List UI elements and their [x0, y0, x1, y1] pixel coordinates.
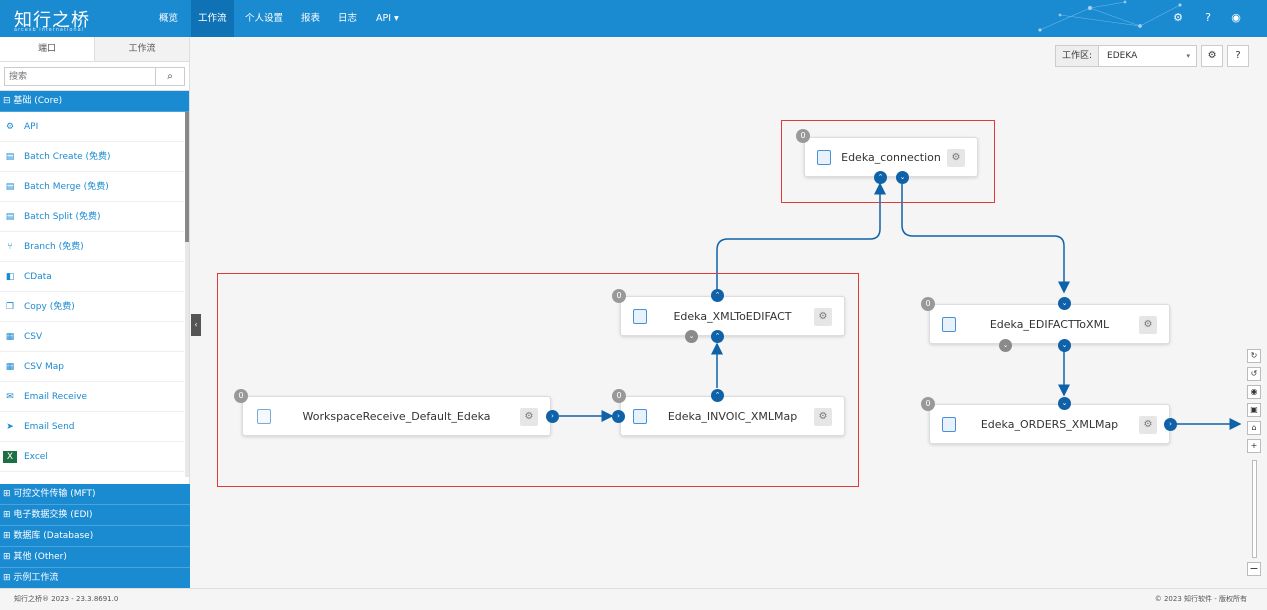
gear-icon[interactable]: ⚙: [814, 308, 832, 326]
port-output-icon[interactable]: ⌃: [711, 289, 724, 302]
zoom-in-icon[interactable]: +: [1247, 439, 1261, 453]
node-badge: 0: [921, 397, 935, 411]
logo-subtitle: arcesb international: [14, 27, 85, 33]
category-mft[interactable]: ⊞ 可控文件传输 (MFT): [0, 484, 190, 505]
cdata-icon: ◧: [5, 272, 15, 282]
node-edeka-xmltoedifact[interactable]: Edeka_XMLToEDIFACT ⚙: [620, 296, 845, 336]
gear-icon[interactable]: ⚙: [1139, 316, 1157, 334]
canvas-controls: ↻ ↺ ◉ ▣ ⌂ +: [1247, 349, 1261, 457]
connector-email-send[interactable]: ➤ Email Send: [0, 412, 184, 442]
connector-cdata[interactable]: ◧ CData: [0, 262, 184, 292]
node-badge: 0: [612, 289, 626, 303]
collapse-sidebar-button[interactable]: ‹: [191, 314, 201, 336]
node-badge: 0: [612, 389, 626, 403]
sidebar-scrollbar-thumb[interactable]: [185, 112, 189, 242]
port-output-icon[interactable]: ›: [1164, 418, 1177, 431]
batch-merge-icon: ▤: [5, 182, 15, 192]
zoom-slider[interactable]: [1252, 460, 1257, 558]
home-icon[interactable]: ⌂: [1247, 421, 1261, 435]
category-edi[interactable]: ⊞ 电子数据交换 (EDI): [0, 505, 190, 526]
email-receive-icon: ✉: [6, 392, 14, 402]
node-badge: 0: [234, 389, 248, 403]
workspace-select[interactable]: EDEKA ▾: [1099, 45, 1198, 67]
email-send-icon: ➤: [6, 422, 14, 432]
port-output-icon[interactable]: ⌃: [711, 389, 724, 402]
category-other[interactable]: ⊞ 其他 (Other): [0, 547, 190, 568]
workspace-label: 工作区:: [1055, 45, 1100, 67]
workspace-help-icon[interactable]: ?: [1227, 45, 1250, 67]
nav-api[interactable]: API ▾: [369, 0, 406, 37]
node-badge: 0: [921, 297, 935, 311]
node-edeka-invoic-xmlmap[interactable]: Edeka_INVOIC_XMLMap ⚙: [620, 396, 845, 436]
image-icon[interactable]: ▣: [1247, 403, 1261, 417]
tab-ports[interactable]: 端口: [0, 37, 94, 61]
gear-icon[interactable]: ⚙: [1170, 10, 1186, 26]
port-error-icon[interactable]: ⌄: [999, 339, 1012, 352]
search-input[interactable]: [4, 67, 156, 86]
gear-icon[interactable]: ⚙: [947, 149, 965, 167]
version-text: 知行之桥® 2023 - 23.3.8691.0: [14, 595, 119, 603]
branch-icon: ⑂: [7, 242, 13, 252]
connector-batch-merge[interactable]: ▤ Batch Merge (免费): [0, 172, 184, 202]
gear-icon[interactable]: ⚙: [520, 408, 538, 426]
gear-icon[interactable]: ⚙: [1139, 416, 1157, 434]
nav-reports[interactable]: 报表: [294, 0, 327, 37]
csv-map-icon: ▦: [5, 362, 15, 372]
node-badge: 0: [796, 129, 810, 143]
tab-workflows[interactable]: 工作流: [94, 37, 189, 61]
help-icon[interactable]: ?: [1200, 10, 1216, 26]
nav-personal-settings[interactable]: 个人设置: [238, 0, 290, 37]
batch-split-icon: ▤: [5, 212, 15, 222]
top-nav-bar: 知行之桥 arcesb international 概览 工作流 个人设置 报表…: [0, 0, 1267, 37]
redo-icon[interactable]: ↻: [1247, 349, 1261, 363]
connector-list: ⚙ API ▤ Batch Create (免费) ▤ Batch Merge (免费…: [0, 112, 189, 477]
port-input-icon[interactable]: ⌄: [896, 171, 909, 184]
node-edeka-orders-xmlmap[interactable]: Edeka_ORDERS_XMLMap ⚙: [929, 404, 1170, 444]
workspace-selector: 工作区: EDEKA ▾ ⚙ ?: [1055, 45, 1250, 67]
nav-workflow[interactable]: 工作流: [191, 0, 234, 37]
port-output-icon[interactable]: ›: [546, 410, 559, 423]
connector-api[interactable]: ⚙ API: [0, 112, 184, 142]
category-database[interactable]: ⊞ 数据库 (Database): [0, 526, 190, 547]
sidebar: 端口 工作流 ⌕ ⊟ 基础 (Core) ⚙API ▤Batch Create …: [0, 37, 190, 589]
port-output-icon[interactable]: ⌃: [874, 171, 887, 184]
workspace-settings-icon[interactable]: ⚙: [1201, 45, 1224, 67]
connector-batch-create[interactable]: ▤ Batch Create (免费): [0, 142, 184, 172]
port-input-icon[interactable]: ⌄: [1058, 297, 1071, 310]
connector-email-receive[interactable]: ✉ Email Receive: [0, 382, 184, 412]
port-output-icon[interactable]: ⌄: [1058, 339, 1071, 352]
batch-create-icon: ▤: [5, 152, 15, 162]
node-edeka-connection[interactable]: Edeka_connection ⚙: [804, 137, 978, 177]
nav-overview[interactable]: 概览: [152, 0, 185, 37]
port-error-icon[interactable]: ⌄: [685, 330, 698, 343]
api-icon: ⚙: [5, 122, 15, 132]
eye-icon[interactable]: ◉: [1247, 385, 1261, 399]
caret-down-icon: ▾: [1186, 52, 1191, 60]
nav-logs[interactable]: 日志: [331, 0, 364, 37]
port-input-icon[interactable]: ⌄: [1058, 397, 1071, 410]
csv-icon: ▦: [5, 332, 15, 342]
connector-copy[interactable]: ❐ Copy (免费): [0, 292, 184, 322]
port-input-icon[interactable]: ⌃: [711, 330, 724, 343]
zoom-out-icon[interactable]: −: [1247, 562, 1261, 576]
gear-icon[interactable]: ⚙: [814, 408, 832, 426]
port-input-icon[interactable]: ›: [612, 410, 625, 423]
connector-csv[interactable]: ▦ CSV: [0, 322, 184, 352]
undo-icon[interactable]: ↺: [1247, 367, 1261, 381]
sidebar-scrollbar-track[interactable]: [185, 242, 189, 477]
category-core[interactable]: ⊟ 基础 (Core): [0, 91, 189, 112]
node-workspace-receive[interactable]: WorkspaceReceive_Default_Edeka ⚙: [242, 396, 551, 436]
category-sample-workflows[interactable]: ⊞ 示例工作流: [0, 568, 190, 589]
connector-branch[interactable]: ⑂ Branch (免费): [0, 232, 184, 262]
excel-icon: X: [3, 451, 17, 463]
node-edeka-edifacttoxml[interactable]: Edeka_EDIFACTToXML ⚙: [929, 304, 1170, 344]
footer: 知行之桥® 2023 - 23.3.8691.0 © 2023 知行软件 - 版…: [0, 588, 1267, 609]
connector-excel[interactable]: X Excel: [0, 442, 184, 472]
copy-icon: ❐: [5, 302, 15, 312]
user-icon[interactable]: ◉: [1228, 10, 1244, 26]
connector-batch-split[interactable]: ▤ Batch Split (免费): [0, 202, 184, 232]
connector-csv-map[interactable]: ▦ CSV Map: [0, 352, 184, 382]
search-icon[interactable]: ⌕: [156, 67, 185, 86]
copyright-text: © 2023 知行软件 - 版权所有: [1154, 595, 1247, 603]
